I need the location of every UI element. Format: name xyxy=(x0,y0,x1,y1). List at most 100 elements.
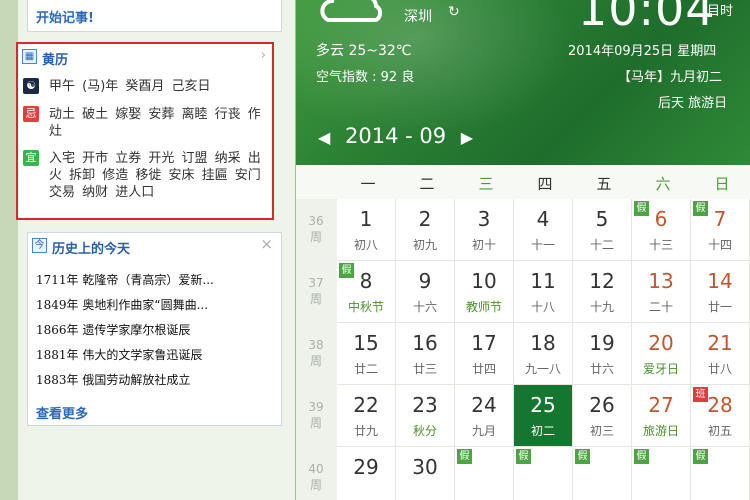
day-lunar: 初九 xyxy=(412,238,437,252)
day-cell[interactable]: 假 xyxy=(514,447,573,500)
day-cell[interactable]: 假 8 中秋节 xyxy=(337,261,396,323)
day-cell[interactable]: 24 九月 xyxy=(455,385,514,447)
holiday-badge: 假 xyxy=(516,449,531,464)
history-item[interactable]: 1881年 伟大的文学家鲁迅诞辰 xyxy=(36,346,276,371)
day-cell[interactable]: 18 九一八 xyxy=(514,323,573,385)
clock-time: 10:04 xyxy=(578,0,716,36)
day-lunar: 廿四 xyxy=(471,362,496,376)
day-cell[interactable]: 14 廿一 xyxy=(691,261,750,323)
history-year: 1883年 xyxy=(36,373,79,387)
notes-card: 开始记事! xyxy=(27,0,282,32)
week-number: 39 周 xyxy=(308,400,324,430)
day-cell[interactable]: 9 十六 xyxy=(396,261,455,323)
day-number: 28 xyxy=(707,393,733,417)
chevron-right-icon[interactable]: › xyxy=(261,48,266,63)
day-cell[interactable]: 29 xyxy=(337,447,396,500)
day-cell[interactable]: 11 十八 xyxy=(514,261,573,323)
cloud-icon xyxy=(320,0,383,22)
day-lunar: 十一 xyxy=(530,238,555,252)
day-cell[interactable]: 5 十二 xyxy=(573,199,632,261)
day-lunar: 廿二 xyxy=(353,362,378,376)
day-cell[interactable]: 班 28 初五 xyxy=(691,385,750,447)
holiday-badge: 假 xyxy=(634,449,649,464)
day-cell[interactable]: 假 xyxy=(632,447,691,500)
day-cell[interactable]: 3 初十 xyxy=(455,199,514,261)
next-month-icon[interactable]: ▶ xyxy=(461,128,473,147)
day-number: 18 xyxy=(530,331,556,355)
history-year: 1866年 xyxy=(36,323,79,337)
day-cell[interactable]: 23 秋分 xyxy=(396,385,455,447)
start-notes-link[interactable]: 开始记事! xyxy=(36,7,94,26)
month-label[interactable]: 2014 - 09 xyxy=(345,124,446,148)
history-text: 伟大的文学家鲁迅诞辰 xyxy=(82,348,203,362)
day-lunar: 秋分 xyxy=(412,424,437,438)
history-year: 1849年 xyxy=(36,298,79,312)
day-number: 16 xyxy=(412,331,438,355)
day-cell[interactable]: 10 教师节 xyxy=(455,261,514,323)
weather-text: 多云 25~32℃ xyxy=(316,43,412,59)
day-cell[interactable]: 27 旅游日 xyxy=(632,385,691,447)
history-year: 1711年 xyxy=(36,273,79,287)
day-number: 20 xyxy=(648,331,674,355)
day-cell[interactable]: 1 初八 xyxy=(337,199,396,261)
day-cell[interactable]: 2 初九 xyxy=(396,199,455,261)
day-cell[interactable]: 19 廿六 xyxy=(573,323,632,385)
history-text: 乾隆帝（青高宗）爱新... xyxy=(82,273,214,287)
holiday-badge: 假 xyxy=(457,449,472,464)
almanac-header[interactable]: ▦ 黄历 › xyxy=(18,44,272,70)
day-cell[interactable]: 30 xyxy=(396,447,455,500)
day-lunar: 十九 xyxy=(589,300,614,314)
day-cell[interactable]: 21 廿八 xyxy=(691,323,750,385)
week-number: 37 周 xyxy=(308,276,324,306)
day-cell[interactable]: 假 xyxy=(691,447,750,500)
day-number: 5 xyxy=(595,207,609,231)
weather-banner: 深圳 ↻ 10:04 目时 多云 25~32℃ 空气指数 : 92 良 2014… xyxy=(296,0,750,165)
history-list: 1711年 乾隆帝（青高宗）爱新... 1849年 奥地利作曲家“圆舞曲... … xyxy=(36,271,276,396)
day-cell[interactable]: 13 二十 xyxy=(632,261,691,323)
day-number: 25 xyxy=(530,393,556,417)
history-item[interactable]: 1711年 乾隆帝（青高宗）爱新... xyxy=(36,271,276,296)
city-label[interactable]: 深圳 xyxy=(404,6,432,26)
day-cell[interactable]: 16 廿三 xyxy=(396,323,455,385)
day-lunar: 初五 xyxy=(707,424,732,438)
day-cell-today[interactable]: 25 初二 xyxy=(514,385,573,447)
lunar-date: 【马年】九月初二 xyxy=(618,70,723,85)
day-number: 21 xyxy=(707,331,733,355)
day-lunar: 廿一 xyxy=(707,300,732,314)
view-more-link[interactable]: 查看更多 xyxy=(36,403,88,422)
day-cell[interactable]: 假 xyxy=(455,447,514,500)
refresh-icon[interactable]: ↻ xyxy=(448,4,460,20)
day-cell[interactable]: 假 6 十三 xyxy=(632,199,691,261)
history-item[interactable]: 1849年 奥地利作曲家“圆舞曲... xyxy=(36,296,276,321)
day-lunar: 初十 xyxy=(471,238,496,252)
history-item[interactable]: 1866年 遗传学家摩尔根诞辰 xyxy=(36,321,276,346)
day-lunar: 十二 xyxy=(589,238,614,252)
day-lunar: 教师节 xyxy=(465,300,502,314)
almanac-card: ▦ 黄历 › ☯ 甲午 (马)年 癸酉月 己亥日 忌 动土 破土 嫁娶 安葬 离… xyxy=(16,42,274,220)
day-cell[interactable]: 假 xyxy=(573,447,632,500)
day-cell[interactable]: 22 廿九 xyxy=(337,385,396,447)
day-cell[interactable]: 17 廿四 xyxy=(455,323,514,385)
day-cell[interactable]: 26 初三 xyxy=(573,385,632,447)
day-cell[interactable]: 4 十一 xyxy=(514,199,573,261)
close-icon[interactable]: × xyxy=(260,235,273,253)
day-number: 12 xyxy=(589,269,615,293)
day-number: 26 xyxy=(589,393,615,417)
history-text: 遗传学家摩尔根诞辰 xyxy=(82,323,191,337)
date-text: 2014年09月25日 星期四 xyxy=(568,44,717,59)
day-number: 7 xyxy=(713,207,727,231)
day-cell[interactable]: 15 廿二 xyxy=(337,323,396,385)
day-cell[interactable]: 20 爱牙日 xyxy=(632,323,691,385)
history-text: 奥地利作曲家“圆舞曲... xyxy=(82,298,209,312)
day-lunar: 中秋节 xyxy=(347,300,384,314)
day-cell[interactable]: 假 7 十四 xyxy=(691,199,750,261)
history-card: 今 历史上的今天 × 1711年 乾隆帝（青高宗）爱新... 1849年 奥地利… xyxy=(27,232,282,426)
history-year: 1881年 xyxy=(36,348,79,362)
day-cell[interactable]: 12 十九 xyxy=(573,261,632,323)
history-item[interactable]: 1883年 俄国劳动解放社成立 xyxy=(36,371,276,396)
prev-month-icon[interactable]: ◀ xyxy=(318,128,330,147)
day-number: 15 xyxy=(353,331,379,355)
left-panel: 开始记事! ▦ 黄历 › ☯ 甲午 (马)年 癸酉月 己亥日 忌 动土 破土 嫁… xyxy=(0,0,295,500)
almanac-ganzhi: 甲午 (马)年 癸酉月 己亥日 xyxy=(49,79,211,94)
day-lunar: 十三 xyxy=(648,238,673,252)
